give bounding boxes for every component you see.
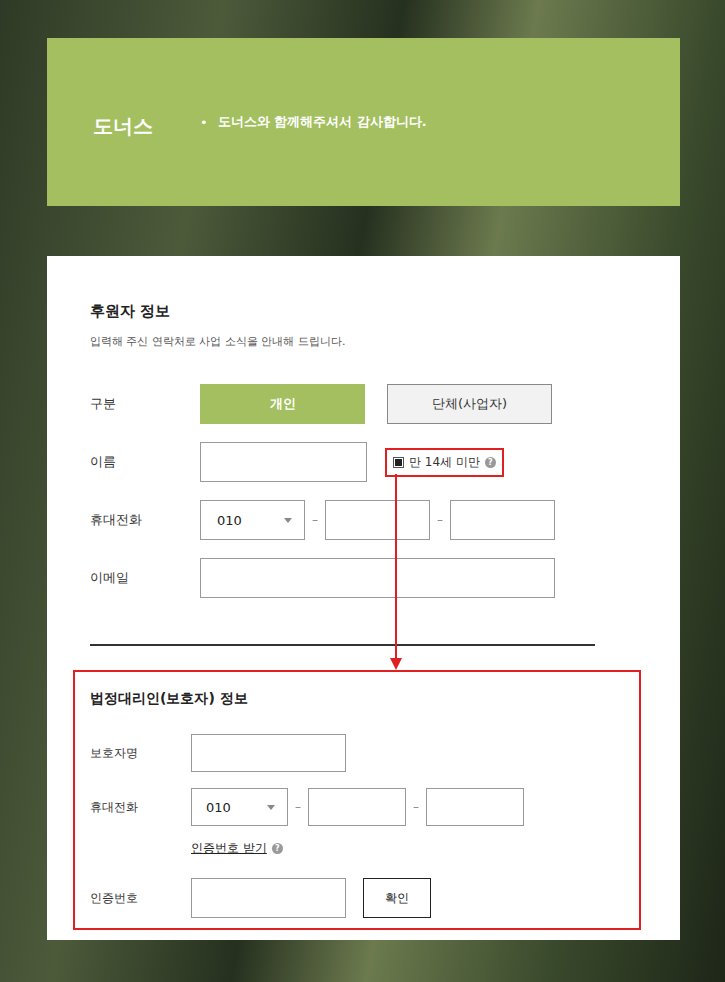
phone-row: 휴대전화 010 – – <box>90 500 641 540</box>
guardian-prefix: 010 <box>206 800 231 815</box>
checkbox-fill <box>395 459 402 466</box>
code-input[interactable] <box>191 878 346 918</box>
separator: – <box>288 800 308 814</box>
confirm-button[interactable]: 확인 <box>363 878 431 918</box>
guardian-name-input[interactable] <box>191 734 346 772</box>
phone-label: 휴대전화 <box>90 511 200 529</box>
type-label: 구분 <box>90 395 200 413</box>
name-label: 이름 <box>90 453 200 471</box>
type-button[interactable]: 개인 <box>200 384 365 424</box>
guardian-phone-label: 휴대전화 <box>90 799 191 816</box>
guardian-phone-last[interactable] <box>426 788 524 826</box>
verify-link[interactable]: 인증번호 받기 <box>191 839 267 857</box>
caret-icon <box>284 518 292 523</box>
email-input[interactable] <box>200 558 555 598</box>
separator: – <box>305 513 325 527</box>
phone-middle-input[interactable] <box>325 500 430 540</box>
background-photo: 도너스 • 도너스와 함께해주셔서 감사합니다. 후원자 정보입력해 주신 연락처로 … <box>0 0 725 982</box>
code-row: 인증번호 확인 <box>90 878 629 918</box>
arrow-icon <box>390 474 402 670</box>
guardian-prefix-select[interactable]: 010 <box>191 788 288 826</box>
under14-label: 만 14세 미만 <box>409 454 480 471</box>
bullet: • <box>200 115 208 130</box>
phone-last-input[interactable] <box>450 500 555 540</box>
email-label: 이메일 <box>90 569 200 587</box>
form-card: 후원자 정보입력해 주신 연락처로 사업 소식을 안내해 드립니다. 구분개인 단체… <box>47 256 680 940</box>
phone-prefix: 010 <box>217 513 242 528</box>
type-button[interactable]: 단체(사업자) <box>387 384 552 424</box>
guardian-name-row: 보호자명 <box>90 734 629 772</box>
divider <box>90 644 595 646</box>
donor-subtitle: 입력해 주신 연락처로 사업 소식을 안내해 드립니다. <box>90 333 641 351</box>
donor-title: 후원자 정보 <box>90 301 641 321</box>
header-banner: 도너스 • 도너스와 함께해주셔서 감사합니다. <box>47 38 680 206</box>
email-row: 이메일 <box>90 558 641 598</box>
guardian-name-label: 보호자명 <box>90 745 191 762</box>
help-icon[interactable]: ? <box>272 843 283 854</box>
guardian-section: 법정대리인(보호자) 정보보호자명휴대전화 010 – – 인증번호 받기? 인증번호 확인 <box>73 670 641 930</box>
name-row: 이름 만 14세 미만? <box>90 442 641 482</box>
separator: – <box>430 513 450 527</box>
checkbox-box[interactable] <box>393 457 404 468</box>
guardian-title: 법정대리인(보호자) 정보 <box>90 688 629 708</box>
verify-row: 인증번호 받기? <box>191 839 629 857</box>
phone-prefix-select[interactable]: 010 <box>200 500 305 540</box>
header-message: 도너스와 함께해주셔서 감사합니다. <box>218 113 427 131</box>
type-row: 구분개인 단체(사업자) <box>90 384 641 424</box>
guardian-phone-row: 휴대전화 010 – – <box>90 788 629 826</box>
guardian-phone-middle[interactable] <box>308 788 406 826</box>
under14-checkbox[interactable]: 만 14세 미만? <box>385 448 504 477</box>
help-icon[interactable]: ? <box>485 457 496 468</box>
name-input[interactable] <box>200 442 367 482</box>
brand: 도너스 <box>93 113 188 140</box>
code-label: 인증번호 <box>90 890 191 907</box>
separator: – <box>406 800 426 814</box>
caret-icon <box>267 805 275 810</box>
